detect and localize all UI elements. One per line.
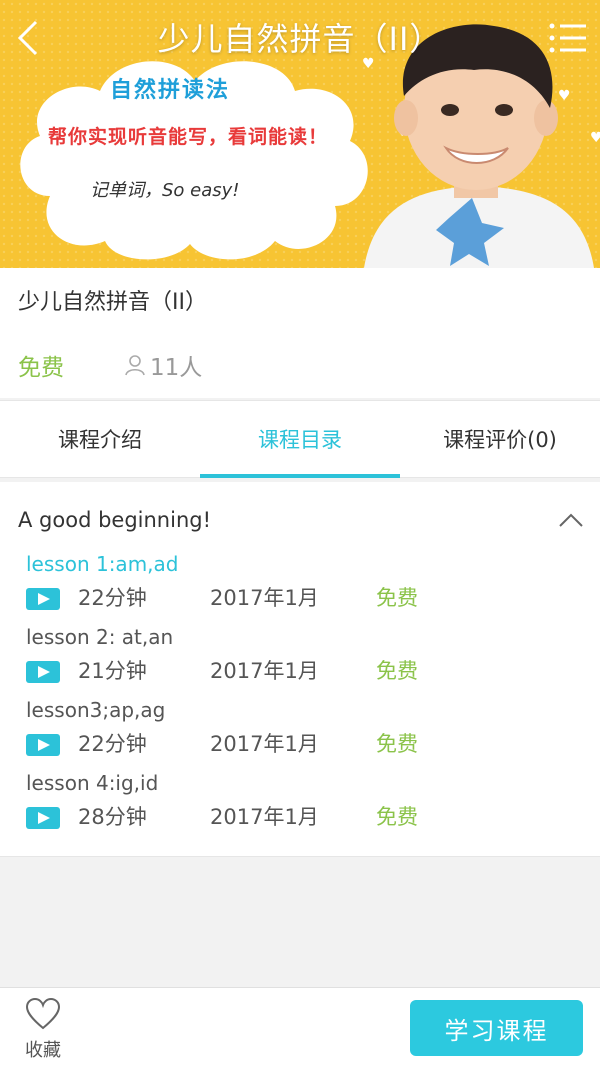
lesson-price: 免费 [376,586,418,610]
course-title: 少儿自然拼音（II） [18,290,207,315]
lesson-item[interactable]: lesson 2: at,an 21分钟 2017年1月 免费 [26,625,586,695]
course-banner: 自然拼读法 帮你实现听音能写，看词能读！ 记单词，So easy! ♥ ♥ ♥ … [0,0,600,268]
lesson-price: 免费 [376,805,418,829]
play-icon[interactable] [26,588,60,610]
course-tabs: 课程介绍 课程目录 课程评价(0) [0,400,600,478]
course-price: 免费 [18,355,64,381]
lesson-duration: 22分钟 [78,732,147,756]
course-info-panel: 少儿自然拼音（II） 免费 11人 [0,268,600,398]
bottom-action-bar: 收藏 学习课程 [0,987,600,1067]
person-icon [125,355,145,376]
tab-intro[interactable]: 课程介绍 [0,401,200,477]
banner-headline: 自然拼读法 [110,78,231,103]
lesson-duration: 22分钟 [78,586,147,610]
student-count-label: 11人 [150,355,203,381]
chevron-up-icon[interactable] [558,510,584,530]
tab-catalog[interactable]: 课程目录 [200,401,400,478]
play-icon[interactable] [26,734,60,756]
page-title: 少儿自然拼音（II） [157,20,443,58]
course-catalog: A good beginning! lesson 1:am,ad 22分钟 20… [0,482,600,857]
lesson-price: 免费 [376,659,418,683]
lesson-date: 2017年1月 [210,732,319,756]
lesson-date: 2017年1月 [210,805,319,829]
section-title: A good beginning! [18,508,211,532]
student-count: 11人 [124,348,202,382]
lesson-date: 2017年1月 [210,586,319,610]
tab-reviews[interactable]: 课程评价(0) [400,401,600,477]
lesson-name: lesson 4:ig,id [26,771,159,795]
favorite-label: 收藏 [25,1040,61,1061]
lesson-date: 2017年1月 [210,659,319,683]
favorite-button[interactable]: 收藏 [18,997,68,1062]
study-course-button[interactable]: 学习课程 [410,1000,583,1056]
lesson-name: lesson 2: at,an [26,625,174,649]
lesson-price: 免费 [376,732,418,756]
lesson-item[interactable]: lesson 1:am,ad 22分钟 2017年1月 免费 [26,552,586,622]
banner-slogan: 帮你实现听音能写，看词能读！ [48,126,329,148]
lesson-item[interactable]: lesson 4:ig,id 28分钟 2017年1月 免费 [26,771,586,841]
lesson-duration: 28分钟 [78,805,147,829]
lesson-name: lesson 1:am,ad [26,552,179,576]
lesson-name: lesson3;ap,ag [26,698,166,722]
list-menu-icon[interactable] [546,18,590,58]
lesson-item[interactable]: lesson3;ap,ag 22分钟 2017年1月 免费 [26,698,586,768]
banner-note: 记单词，So easy! [90,180,240,201]
lesson-duration: 21分钟 [78,659,147,683]
play-icon[interactable] [26,807,60,829]
play-icon[interactable] [26,661,60,683]
heart-outline-icon [25,997,61,1030]
